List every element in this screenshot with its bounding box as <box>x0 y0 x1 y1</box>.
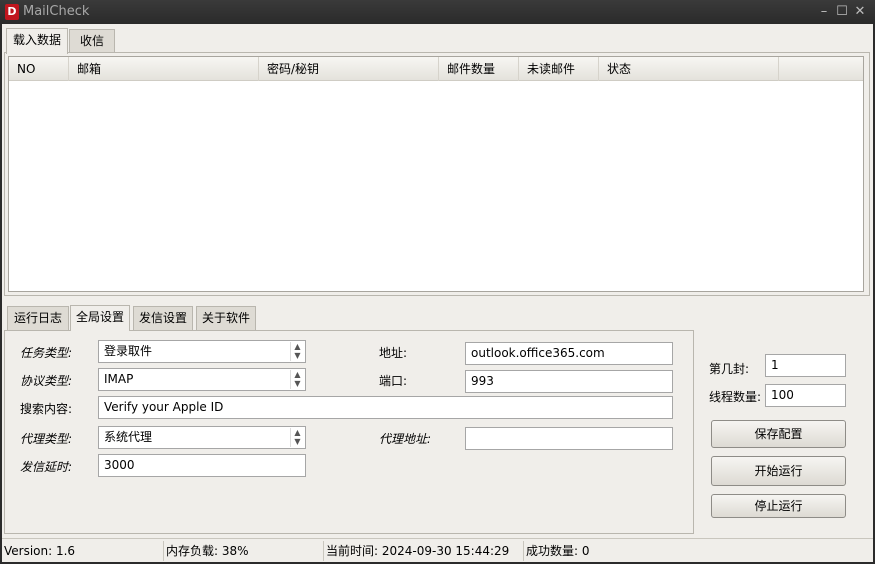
proxy-type-label: 代理类型: <box>20 432 73 446</box>
proxy-type-value: 系统代理 <box>104 430 153 444</box>
start-run-button[interactable]: 开始运行 <box>711 456 846 486</box>
task-type-label: 任务类型: <box>20 346 73 360</box>
thread-count-input[interactable]: 100 <box>765 384 846 407</box>
column-header-unread[interactable]: 未读邮件 <box>519 57 599 81</box>
title-bar[interactable]: D MailCheck – ☐ ✕ <box>0 0 875 24</box>
column-header-email[interactable]: 邮箱 <box>69 57 259 81</box>
table-header: NO 邮箱 密码/秘钥 邮件数量 未读邮件 状态 <box>9 57 863 81</box>
status-success-count: 成功数量: 0 <box>523 541 590 561</box>
client-area: 载入数据 收信 NO 邮箱 密码/秘钥 邮件数量 未读邮件 状态 运行日志 全局… <box>2 24 873 562</box>
spin-arrows-icon[interactable]: ▲ ▼ <box>290 342 304 361</box>
send-delay-input[interactable]: 3000 <box>98 454 306 477</box>
account-table[interactable]: NO 邮箱 密码/秘钥 邮件数量 未读邮件 状态 <box>8 56 864 292</box>
tab-run-log[interactable]: 运行日志 <box>7 306 69 330</box>
status-memory: 内存负载: 38% <box>163 541 249 561</box>
tab-receive[interactable]: 收信 <box>69 29 115 53</box>
task-type-value: 登录取件 <box>104 344 153 358</box>
close-button[interactable]: ✕ <box>853 4 867 20</box>
tab-about[interactable]: 关于软件 <box>196 306 256 330</box>
spin-arrows-icon[interactable]: ▲ ▼ <box>290 428 304 447</box>
stop-run-button[interactable]: 停止运行 <box>711 494 846 518</box>
status-time: 当前时间: 2024-09-30 15:44:29 <box>323 541 509 561</box>
spin-arrows-icon[interactable]: ▲ ▼ <box>290 370 304 389</box>
app-logo-icon: D <box>5 4 19 20</box>
protocol-type-label: 协议类型: <box>20 374 73 388</box>
proxy-address-input[interactable] <box>465 427 673 450</box>
tab-global-settings[interactable]: 全局设置 <box>70 305 130 331</box>
column-header-no[interactable]: NO <box>9 57 69 81</box>
search-content-input[interactable]: Verify your Apple ID <box>98 396 673 419</box>
column-header-status[interactable]: 状态 <box>599 57 779 81</box>
proxy-address-label: 代理地址: <box>379 432 432 446</box>
send-delay-label: 发信延时: <box>20 460 73 474</box>
save-config-button[interactable]: 保存配置 <box>711 420 846 448</box>
window-title: MailCheck <box>23 4 90 19</box>
search-content-label: 搜索内容: <box>20 402 73 416</box>
thread-count-label: 线程数量: <box>709 390 762 404</box>
port-input[interactable]: 993 <box>465 370 673 393</box>
task-type-select[interactable]: 登录取件 ▲ ▼ <box>98 340 306 363</box>
nth-mail-input[interactable]: 1 <box>765 354 846 377</box>
status-bar: Version: 1.6 内存负载: 38% 当前时间: 2024-09-30 … <box>2 538 873 562</box>
column-header-mail-count[interactable]: 邮件数量 <box>439 57 519 81</box>
maximize-button[interactable]: ☐ <box>835 4 849 20</box>
nth-mail-label: 第几封: <box>709 362 750 376</box>
protocol-type-value: IMAP <box>104 372 134 386</box>
status-version: Version: 1.6 <box>4 544 76 558</box>
minimize-button[interactable]: – <box>817 4 831 20</box>
port-label: 端口: <box>379 374 408 388</box>
protocol-type-select[interactable]: IMAP ▲ ▼ <box>98 368 306 391</box>
column-header-password[interactable]: 密码/秘钥 <box>259 57 439 81</box>
address-label: 地址: <box>379 346 408 360</box>
tab-load-data[interactable]: 载入数据 <box>6 28 68 54</box>
tab-send-settings[interactable]: 发信设置 <box>133 306 193 330</box>
address-input[interactable]: outlook.office365.com <box>465 342 673 365</box>
proxy-type-select[interactable]: 系统代理 ▲ ▼ <box>98 426 306 449</box>
